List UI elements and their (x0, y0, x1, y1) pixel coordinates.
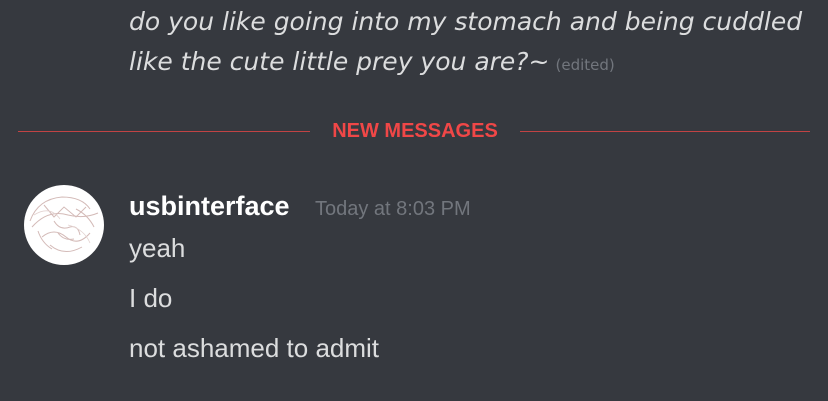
message-line: I do (129, 283, 173, 313)
message-author[interactable]: usbinterface (129, 189, 290, 223)
message-timestamp: Today at 8:03 PM (315, 198, 471, 220)
avatar[interactable] (24, 185, 104, 265)
new-messages-label: NEW MESSAGES (332, 120, 498, 142)
previous-message: do you like going into my stomach and be… (129, 2, 809, 85)
divider-line-left (18, 131, 310, 132)
edited-label: (edited) (555, 56, 615, 74)
divider-line-right (520, 131, 810, 132)
message-line: yeah (129, 233, 186, 263)
avatar-sketch-icon (29, 196, 99, 252)
previous-message-text: do you like going into my stomach and be… (129, 7, 803, 76)
new-messages-divider: NEW MESSAGES (18, 118, 810, 144)
message-line: not ashamed to admit (129, 333, 380, 363)
